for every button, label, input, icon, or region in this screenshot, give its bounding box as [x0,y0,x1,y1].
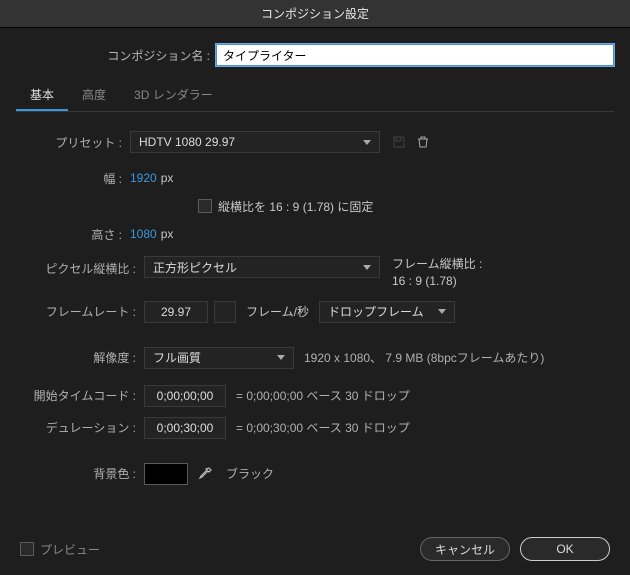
duration-info: = 0;00;30;00 ベース 30 ドロップ [236,419,410,436]
ok-button[interactable]: OK [520,537,610,561]
cancel-button[interactable]: キャンセル [420,537,510,561]
resolution-select[interactable]: フル画質 [144,347,294,369]
comp-name-label: コンポジション名 : [16,47,216,64]
tab-3d-renderer[interactable]: 3D レンダラー [120,80,227,111]
duration-label: デュレーション : [24,419,144,436]
frame-rate-input[interactable] [144,301,208,323]
drop-frame-value: ドロップフレーム [328,303,424,320]
start-timecode-label: 開始タイムコード : [24,387,144,404]
tab-basic[interactable]: 基本 [16,80,68,111]
resolution-value: フル画質 [153,349,201,366]
frame-rate-unit: フレーム/秒 [246,303,309,320]
height-label: 高さ : [24,226,130,243]
pixel-aspect-select[interactable]: 正方形ピクセル [144,256,380,278]
chevron-down-icon [363,265,371,270]
frame-aspect-value: 16 : 9 (1.78) [392,273,482,290]
duration-input[interactable] [144,417,226,439]
titlebar: コンポジション設定 [0,0,630,28]
tabs: 基本 高度 3D レンダラー [16,80,614,112]
preview-checkbox[interactable] [20,542,34,556]
preset-save-icon [388,131,410,153]
chevron-down-icon [438,309,446,314]
preset-label: プリセット : [24,134,130,151]
preset-value: HDTV 1080 29.97 [139,135,235,149]
preset-select[interactable]: HDTV 1080 29.97 [130,131,380,153]
window-title: コンポジション設定 [261,5,369,22]
width-unit: px [161,171,174,185]
dialog-content: コンポジション名 : 基本 高度 3D レンダラー プリセット : HDTV 1… [0,28,630,575]
pixel-aspect-value: 正方形ピクセル [153,259,237,276]
resolution-label: 解像度 : [24,349,144,366]
pixel-aspect-label: ピクセル縦横比 : [24,256,144,277]
bg-color-label: 背景色 : [24,465,144,482]
start-timecode-info: = 0;00;00;00 ベース 30 ドロップ [236,387,410,404]
tab-advanced[interactable]: 高度 [68,80,120,111]
comp-name-input[interactable] [216,44,614,66]
frame-rate-label: フレームレート : [24,303,144,320]
bg-color-well[interactable] [144,463,188,485]
bg-color-name: ブラック [226,465,274,482]
height-unit: px [161,227,174,241]
chevron-down-icon [277,355,285,360]
height-value[interactable]: 1080 [130,227,157,241]
frame-aspect-label: フレーム縦横比 : [392,256,482,273]
start-timecode-input[interactable] [144,385,226,407]
drop-frame-select[interactable]: ドロップフレーム [319,301,455,323]
preview-label: プレビュー [40,541,100,558]
chevron-down-icon [363,140,371,145]
width-label: 幅 : [24,170,130,187]
width-value[interactable]: 1920 [130,171,157,185]
frame-rate-dropdown[interactable] [214,301,236,323]
lock-aspect-label: 縦横比を 16 : 9 (1.78) に固定 [218,198,373,215]
resolution-info: 1920 x 1080、 7.9 MB (8bpcフレームあたり) [304,349,544,366]
lock-aspect-checkbox[interactable] [198,199,212,213]
preset-delete-icon[interactable] [412,131,434,153]
eyedropper-icon[interactable] [194,463,216,485]
